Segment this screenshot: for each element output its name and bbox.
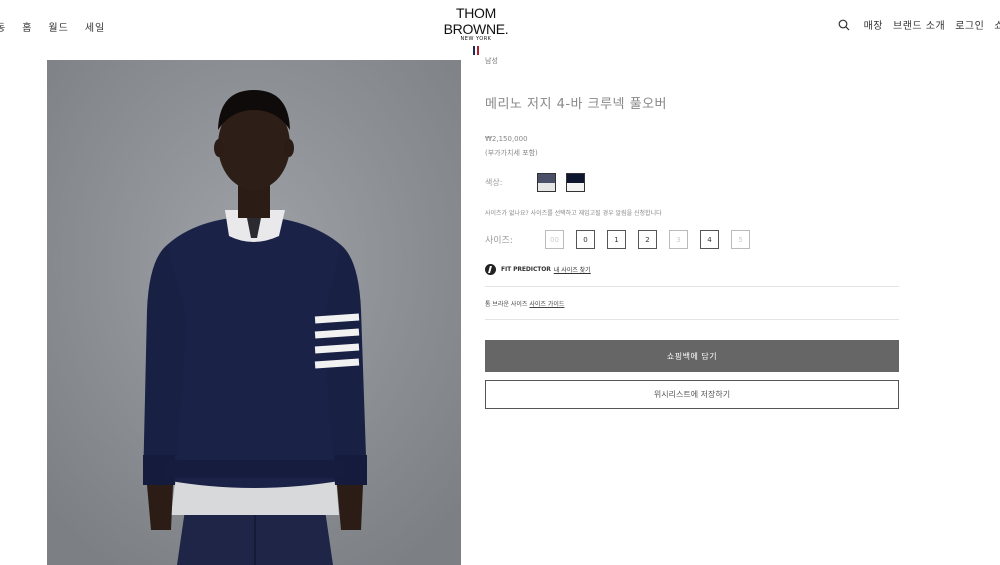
size-guide-row: 톰 브라운 사이즈 사이즈 가이드 bbox=[485, 287, 899, 319]
size-option[interactable]: 2 bbox=[638, 230, 657, 249]
add-to-bag-button[interactable]: 쇼핑백에 담기 bbox=[485, 340, 899, 372]
size-option[interactable]: 0 bbox=[576, 230, 595, 249]
nav-stores[interactable]: 매장 bbox=[864, 17, 883, 32]
size-option[interactable]: 3 bbox=[669, 230, 688, 249]
product-price: ₩2,150,000 bbox=[485, 135, 528, 143]
size-selector: 사이즈: 00 0 1 2 3 4 5 bbox=[485, 230, 899, 249]
color-swatch-navy[interactable] bbox=[566, 173, 585, 192]
size-label: 사이즈: bbox=[485, 236, 513, 246]
flag-stripes-icon bbox=[430, 46, 522, 55]
brand-logo[interactable]: THOM BROWNE. NEW YORK bbox=[430, 5, 522, 55]
save-to-wishlist-button[interactable]: 위시리스트에 저장하기 bbox=[485, 380, 899, 409]
size-guide-prefix: 톰 브라운 사이즈 bbox=[485, 301, 528, 308]
size-option[interactable]: 4 bbox=[700, 230, 719, 249]
nav-item[interactable]: 홈 bbox=[22, 19, 32, 34]
nav-about[interactable]: 브랜드 소개 bbox=[893, 17, 945, 32]
vat-note: (부가가치세 포함) bbox=[485, 149, 538, 157]
fit-predictor-label: FIT PREDICTOR bbox=[501, 265, 551, 273]
utility-nav: 매장 브랜드 소개 로그인 쇼 bbox=[838, 17, 1000, 32]
nav-item[interactable]: 동 bbox=[0, 19, 6, 34]
color-selector: 색상: bbox=[485, 173, 899, 192]
product-category[interactable]: 남성 bbox=[485, 56, 899, 68]
size-option[interactable]: 00 bbox=[545, 230, 564, 249]
nav-shopping-bag[interactable]: 쇼 bbox=[994, 17, 1000, 32]
main-nav: 동 홈 월드 세일 bbox=[0, 19, 105, 34]
product-image[interactable] bbox=[47, 60, 461, 565]
nav-item[interactable]: 월드 bbox=[48, 19, 68, 34]
size-option[interactable]: 1 bbox=[607, 230, 626, 249]
find-my-size-link[interactable]: 내 사이즈 찾기 bbox=[554, 265, 591, 274]
size-notify-text: 사이즈가 없나요? 사이즈를 선택하고 재입고될 경우 알림을 신청합니다 bbox=[485, 210, 662, 217]
nav-item[interactable]: 세일 bbox=[85, 19, 105, 34]
size-option[interactable]: 5 bbox=[731, 230, 750, 249]
size-guide-link[interactable]: 사이즈 가이드 bbox=[529, 301, 564, 308]
fit-predictor-icon bbox=[485, 263, 496, 275]
nav-login[interactable]: 로그인 bbox=[955, 17, 984, 32]
color-swatch-grey-navy[interactable] bbox=[537, 173, 556, 192]
color-label: 색상: bbox=[485, 178, 503, 187]
product-title: 메리노 저지 4-바 크루넥 풀오버 bbox=[485, 97, 668, 112]
divider bbox=[485, 319, 899, 320]
fit-predictor: FIT PREDICTOR 내 사이즈 찾기 bbox=[485, 262, 899, 276]
product-info: 남성 메리노 저지 4-바 크루넥 풀오버 ₩2,150,000 (부가가치세 … bbox=[485, 56, 899, 409]
search-icon[interactable] bbox=[838, 19, 850, 31]
logo-wordmark: THOM BROWNE. bbox=[443, 5, 509, 37]
